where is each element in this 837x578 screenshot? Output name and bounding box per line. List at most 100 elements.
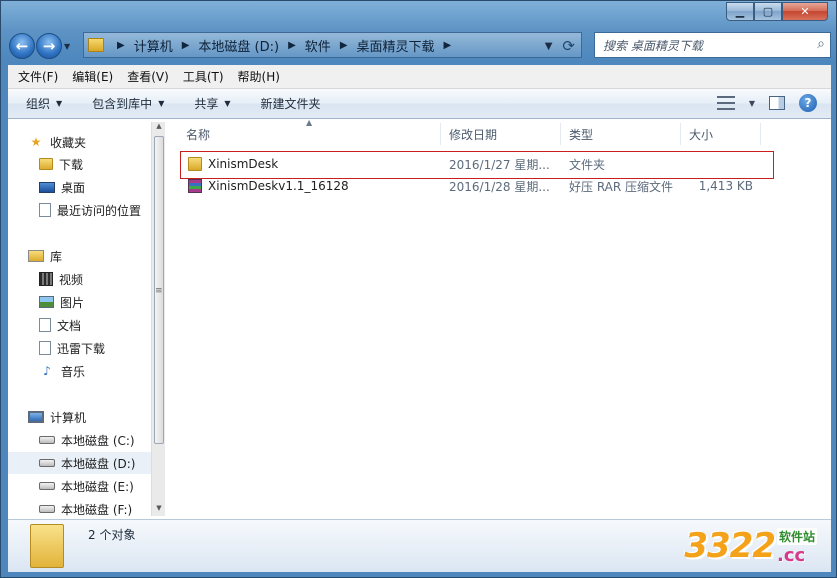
column-header-date[interactable]: 修改日期: [441, 123, 561, 145]
column-header-row: ▲ 名称 修改日期 类型 大小: [166, 118, 766, 145]
back-button[interactable]: ←: [9, 33, 35, 59]
sidebar-item-drive-f[interactable]: 本地磁盘 (F:): [8, 498, 151, 519]
sidebar-item-videos[interactable]: 视频: [8, 268, 151, 290]
menu-edit[interactable]: 编辑(E): [72, 68, 113, 85]
breadcrumb-software[interactable]: 软件: [305, 36, 331, 55]
sidebar-item-label: 本地磁盘 (D:): [61, 456, 136, 471]
sidebar-item-label: 收藏夹: [50, 135, 87, 150]
column-header-label: 大小: [689, 127, 714, 142]
chevron-down-icon: ▼: [158, 99, 165, 108]
watermark-side: 软件站 .cc: [776, 528, 817, 566]
search-input[interactable]: 搜索 桌面精灵下载 ⌕: [594, 32, 831, 58]
sidebar-item-label: 本地磁盘 (F:): [61, 502, 133, 517]
view-options-icon[interactable]: [716, 96, 735, 110]
scroll-up-icon[interactable]: ▲: [152, 122, 166, 134]
sidebar-item-recent-places[interactable]: 最近访问的位置: [8, 199, 151, 221]
computer-icon: [28, 411, 44, 423]
sidebar-item-label: 本地磁盘 (E:): [61, 479, 134, 494]
column-header-label: 名称: [186, 127, 211, 142]
thunder-downloads-icon: [39, 341, 51, 355]
drive-icon: [39, 459, 55, 467]
navigation-pane: ★ 收藏夹 下载 桌面 最近访问的位置 库 视频 图片 文档 迅雷下载 ♪ 音乐…: [8, 119, 152, 519]
libraries-icon: [28, 250, 44, 262]
sidebar-item-documents[interactable]: 文档: [8, 314, 151, 336]
preview-pane-icon[interactable]: [769, 96, 785, 110]
menu-help[interactable]: 帮助(H): [238, 68, 280, 85]
sidebar-item-favorites[interactable]: ★ 收藏夹: [8, 131, 151, 153]
breadcrumb-current-folder[interactable]: 桌面精灵下载: [357, 36, 435, 55]
sidebar-item-drive-c[interactable]: 本地磁盘 (C:): [8, 429, 151, 451]
drive-icon: [39, 482, 55, 490]
help-icon[interactable]: ?: [799, 94, 817, 112]
file-list-pane: ▲ 名称 修改日期 类型 大小 XinismDesk 2016/1/27 星期.…: [166, 118, 831, 519]
chevron-right-icon[interactable]: ▶: [288, 40, 296, 51]
caption-buttons: ▁ ▢ ✕: [726, 2, 828, 21]
chevron-right-icon[interactable]: ▶: [340, 40, 348, 51]
command-bar: 组织 ▼ 包含到库中 ▼ 共享 ▼ 新建文件夹 ▼ ?: [8, 89, 831, 119]
large-folder-icon: [30, 524, 64, 568]
breadcrumb-computer[interactable]: 计算机: [134, 36, 173, 55]
item-count: 2 个对象: [88, 528, 136, 542]
sidebar-item-music[interactable]: ♪ 音乐: [8, 360, 151, 382]
breadcrumb-drive-d[interactable]: 本地磁盘 (D:): [198, 36, 279, 55]
sidebar-item-pictures[interactable]: 图片: [8, 291, 151, 313]
address-history-dropdown-icon[interactable]: ▼: [545, 41, 553, 52]
sidebar-item-label: 迅雷下载: [57, 341, 106, 356]
scroll-down-icon[interactable]: ▼: [152, 504, 166, 516]
sidebar-item-libraries[interactable]: 库: [8, 245, 151, 267]
sort-ascending-icon: ▲: [306, 118, 313, 127]
back-arrow-icon: ←: [15, 37, 29, 55]
music-icon: ♪: [43, 364, 51, 378]
share-label: 共享: [194, 97, 219, 111]
new-folder-label: 新建文件夹: [260, 97, 321, 111]
file-size: 1,413 KB: [698, 179, 753, 193]
sidebar-item-label: 库: [50, 249, 63, 264]
sidebar-item-label: 音乐: [61, 364, 86, 379]
share-button[interactable]: 共享 ▼: [194, 95, 230, 112]
column-header-size[interactable]: 大小: [681, 123, 761, 145]
navigation-pane-scrollbar[interactable]: ▲ ≡ ▼: [151, 122, 165, 516]
menu-tools[interactable]: 工具(T): [183, 68, 224, 85]
chevron-right-icon[interactable]: ▶: [444, 40, 452, 51]
downloads-folder-icon: [39, 158, 53, 170]
menu-view[interactable]: 查看(V): [127, 68, 169, 85]
sidebar-item-drive-d[interactable]: 本地磁盘 (D:): [8, 452, 151, 474]
include-in-library-button[interactable]: 包含到库中 ▼: [92, 95, 164, 112]
column-header-label: 类型: [569, 127, 594, 142]
close-button[interactable]: ✕: [782, 2, 828, 21]
menu-file[interactable]: 文件(F): [18, 68, 58, 85]
sidebar-item-downloads[interactable]: 下载: [8, 153, 151, 175]
column-header-name[interactable]: ▲ 名称: [166, 118, 441, 145]
address-actions: ▼ ⟳: [545, 37, 575, 55]
sidebar-item-drive-e[interactable]: 本地磁盘 (E:): [8, 475, 151, 497]
sidebar-item-label: 图片: [60, 295, 85, 310]
organize-button[interactable]: 组织 ▼: [26, 95, 62, 112]
folder-icon: [88, 38, 104, 52]
new-folder-button[interactable]: 新建文件夹: [261, 95, 321, 112]
drive-icon: [39, 505, 55, 513]
chevron-right-icon[interactable]: ▶: [117, 40, 125, 51]
scrollbar-grip-icon: ≡: [155, 286, 163, 296]
recent-pages-dropdown[interactable]: ▼: [64, 42, 76, 51]
chevron-right-icon[interactable]: ▶: [182, 40, 190, 51]
minimize-button[interactable]: ▁: [726, 2, 754, 21]
maximize-button[interactable]: ▢: [754, 2, 782, 21]
chevron-down-icon[interactable]: ▼: [749, 99, 755, 108]
file-name: XinismDeskv1.1_16128: [208, 179, 349, 193]
address-bar[interactable]: ▶ 计算机 ▶ 本地磁盘 (D:) ▶ 软件 ▶ 桌面精灵下载 ▶ ▼ ⟳: [83, 32, 582, 58]
search-placeholder: 搜索 桌面精灵下载: [603, 38, 703, 53]
search-icon[interactable]: ⌕: [817, 36, 825, 52]
sidebar-item-desktop[interactable]: 桌面: [8, 176, 151, 198]
forward-button[interactable]: →: [36, 33, 62, 59]
sidebar-item-thunder-downloads[interactable]: 迅雷下载: [8, 337, 151, 359]
sidebar-item-label: 下载: [59, 157, 84, 172]
site-watermark-logo: 3322 软件站 .cc: [684, 526, 817, 566]
sidebar-item-computer[interactable]: 计算机: [8, 406, 151, 428]
content-area: ★ 收藏夹 下载 桌面 最近访问的位置 库 视频 图片 文档 迅雷下载 ♪ 音乐…: [8, 118, 831, 519]
refresh-icon[interactable]: ⟳: [562, 37, 575, 55]
column-header-label: 修改日期: [449, 127, 498, 142]
watermark-number: 3322: [684, 526, 776, 566]
desktop-icon: [39, 181, 55, 193]
column-header-type[interactable]: 类型: [561, 123, 681, 145]
command-bar-right: ▼ ?: [716, 94, 817, 112]
